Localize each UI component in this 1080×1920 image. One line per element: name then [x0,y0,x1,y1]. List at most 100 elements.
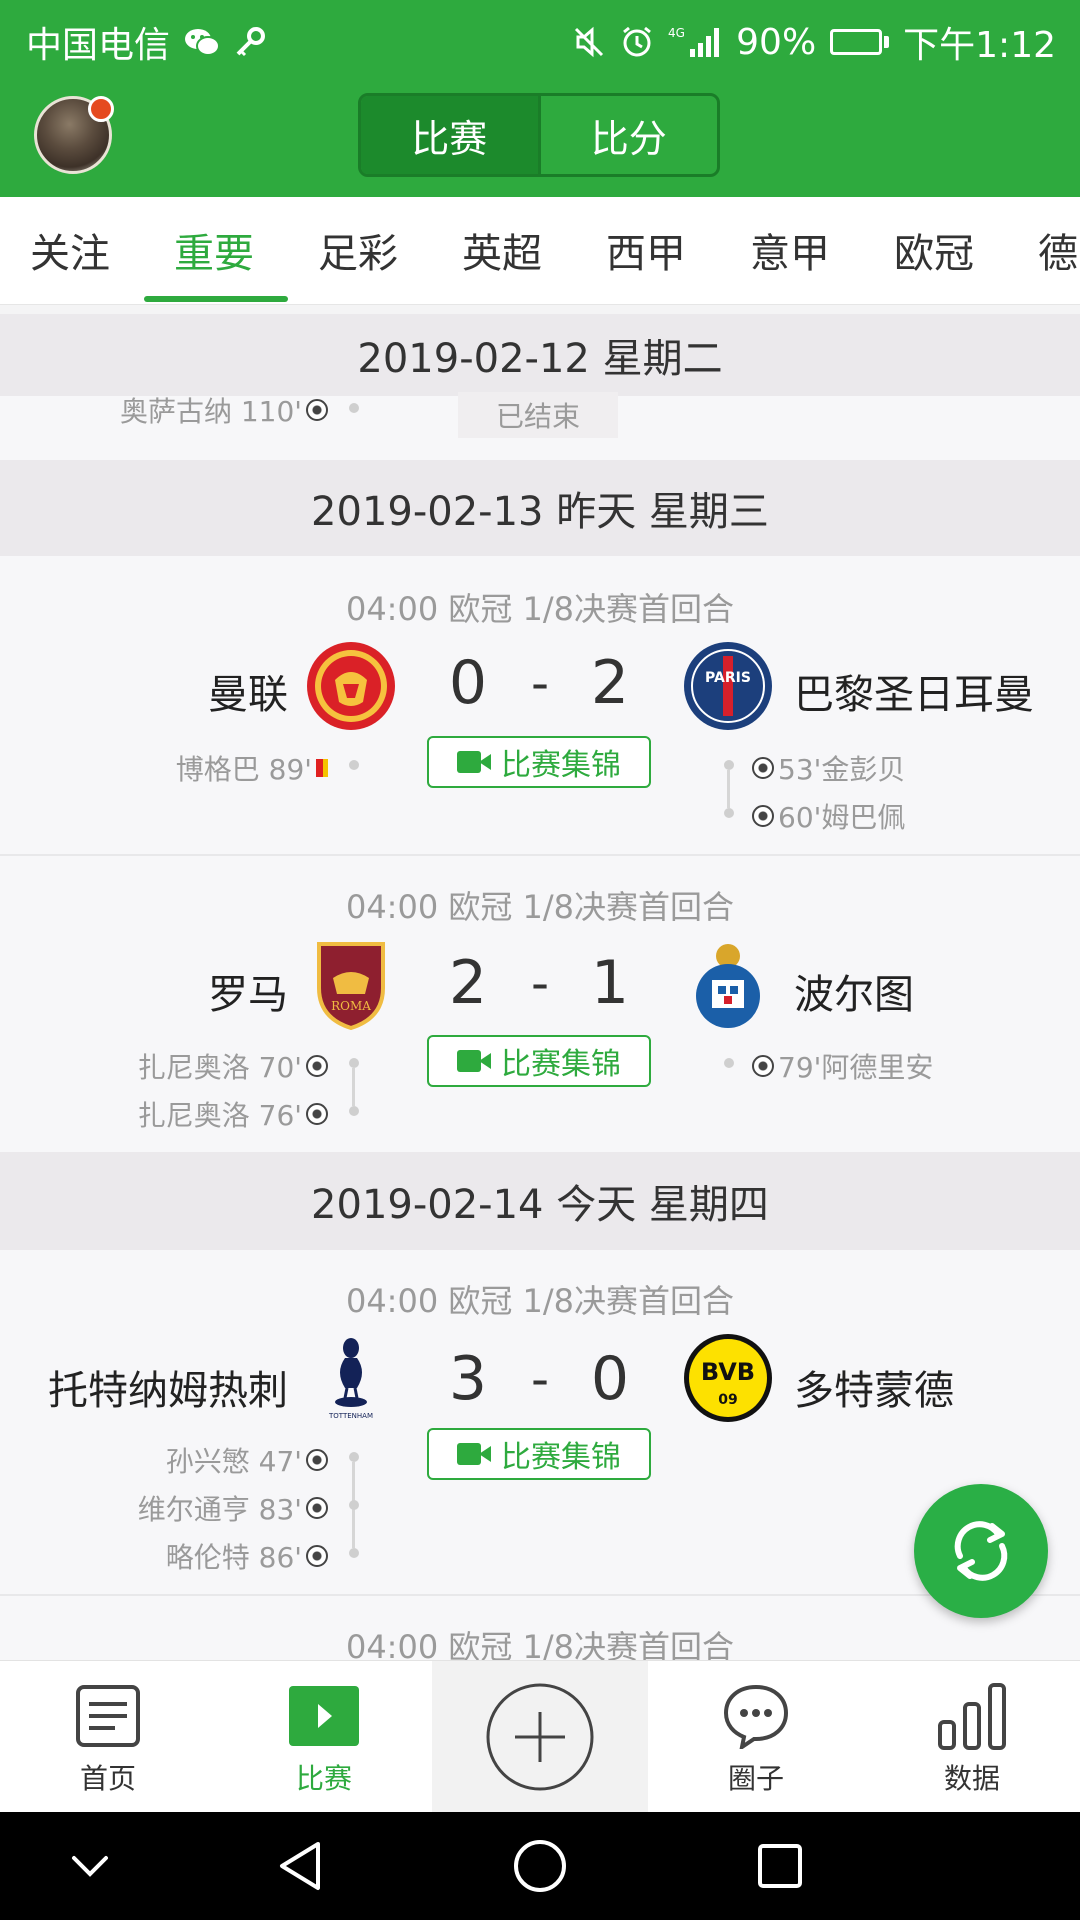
goal-event: 53'金彭贝 [752,748,905,788]
home-team-name[interactable]: 罗马 [208,962,288,1020]
away-score: 2 [590,648,630,718]
document-icon [75,1681,141,1751]
score-separator: - [530,654,550,712]
segment-matches[interactable]: 比赛 [361,96,538,174]
match-meta: 04:00 欧冠 1/8决赛首回合 [345,590,735,628]
psg-crest-icon: PARIS [684,642,772,730]
timeline-dot [349,403,359,413]
timeline-dot [349,1548,359,1558]
svg-text:BVB: BVB [701,1358,755,1386]
system-navigation-bar [0,1812,1080,1920]
tab-la-liga[interactable]: 西甲 [606,221,686,279]
timeline-dot [724,760,734,770]
goal-event: 维尔通亨 83' [138,1488,328,1528]
alarm-icon [620,25,654,59]
back-icon[interactable] [268,1834,332,1898]
away-team-name[interactable]: 多特蒙德 [794,1358,954,1416]
football-icon [752,1055,774,1077]
tab-bundesliga[interactable]: 德 [1038,221,1078,279]
tab-lottery[interactable]: 足彩 [318,221,398,279]
home-team-name[interactable]: 托特纳姆热刺 [48,1358,288,1416]
home-icon[interactable] [508,1834,572,1898]
highlights-button[interactable]: 比赛集锦 [427,1428,651,1480]
timeline-dot [349,1106,359,1116]
refresh-button[interactable] [914,1484,1048,1618]
highlights-button[interactable]: 比赛集锦 [427,1035,651,1087]
manchester-united-crest-icon [307,642,395,730]
fc-porto-crest-icon [696,944,760,1028]
nav-publish[interactable] [432,1661,648,1813]
goal-event: 扎尼奥洛 76' [138,1094,328,1134]
status-bar: 中国电信 4G 90% 下午1:12 [0,0,1080,76]
svg-text:PARIS: PARIS [705,670,751,686]
signal-icon: 4G [668,25,722,59]
goal-event: 略伦特 86' [166,1536,328,1576]
timeline-line [352,1068,355,1106]
key-icon [234,26,266,58]
recents-icon[interactable] [748,1834,812,1898]
status-badge: 已结束 [458,392,618,438]
svg-text:TOTTENHAM: TOTTENHAM [328,1412,373,1420]
timeline-dot [724,1058,734,1068]
tab-premier-league[interactable]: 英超 [462,221,542,279]
clock: 下午1:12 [903,25,1056,66]
score-separator: - [530,1350,550,1408]
video-camera-icon [457,1050,491,1072]
tab-follow[interactable]: 关注 [30,221,110,279]
timeline-line [727,770,730,808]
goal-event: 79'阿德里安 [752,1046,933,1086]
video-camera-icon [457,1443,491,1465]
score-separator: - [530,954,550,1012]
timeline-dot [349,1452,359,1462]
timeline-dot [724,808,734,818]
timeline-dot [349,1058,359,1068]
away-team-name[interactable]: 巴黎圣日耳曼 [794,662,1034,720]
tab-important[interactable]: 重要 [174,221,254,279]
goal-event: 扎尼奥洛 70' [138,1046,328,1086]
away-team-name[interactable]: 波尔图 [794,962,914,1020]
away-score: 1 [590,948,630,1018]
card-event: 博格巴 89' [176,748,328,788]
plus-icon [486,1683,594,1791]
collapse-icon[interactable] [58,1834,122,1898]
highlights-button[interactable]: 比赛集锦 [427,736,651,788]
mute-icon [572,25,606,59]
nav-data[interactable]: 数据 [864,1661,1080,1813]
timeline-dot [349,760,359,770]
football-icon [306,1449,328,1471]
notification-badge [88,96,114,122]
tottenham-crest-icon: TOTTENHAM [328,1338,373,1420]
battery-icon [830,29,890,55]
tab-champions-league[interactable]: 欧冠 [894,221,974,279]
timeline-dot [349,1500,359,1510]
home-score: 0 [448,648,488,718]
segment-scores[interactable]: 比分 [537,96,718,174]
away-score: 0 [590,1344,630,1414]
date-header: 2019-02-13 昨天 星期三 [0,460,1080,556]
goal-event: 孙兴慜 47' [166,1440,328,1480]
app-header: 中国电信 4G 90% 下午1:12 比赛 比分 [0,0,1080,197]
as-roma-crest-icon: ROMA [317,942,385,1030]
nav-home[interactable]: 首页 [0,1661,216,1813]
bar-chart-icon [937,1681,1007,1751]
refresh-icon [954,1521,1008,1581]
bottom-navigation: 首页 比赛 圈子 数据 [0,1660,1080,1813]
football-icon [306,399,328,421]
battery-percent: 90% [736,21,817,63]
carrier-label: 中国电信 [26,25,171,66]
home-team-name[interactable]: 曼联 [208,662,288,720]
view-switcher: 比赛 比分 [358,93,720,177]
date-header: 2019-02-14 今天 星期四 [0,1152,1080,1250]
play-icon [289,1681,359,1751]
active-tab-indicator [144,296,288,302]
bvb-crest-icon: BVB 09 [684,1334,772,1422]
tab-serie-a[interactable]: 意甲 [750,221,830,279]
red-card-icon [316,759,328,777]
football-icon [306,1497,328,1519]
nav-circle[interactable]: 圈子 [648,1661,864,1813]
svg-text:09: 09 [718,1392,737,1408]
nav-matches[interactable]: 比赛 [216,1661,432,1813]
goal-event: 60'姆巴佩 [752,796,905,836]
football-icon [306,1103,328,1125]
football-icon [306,1545,328,1567]
